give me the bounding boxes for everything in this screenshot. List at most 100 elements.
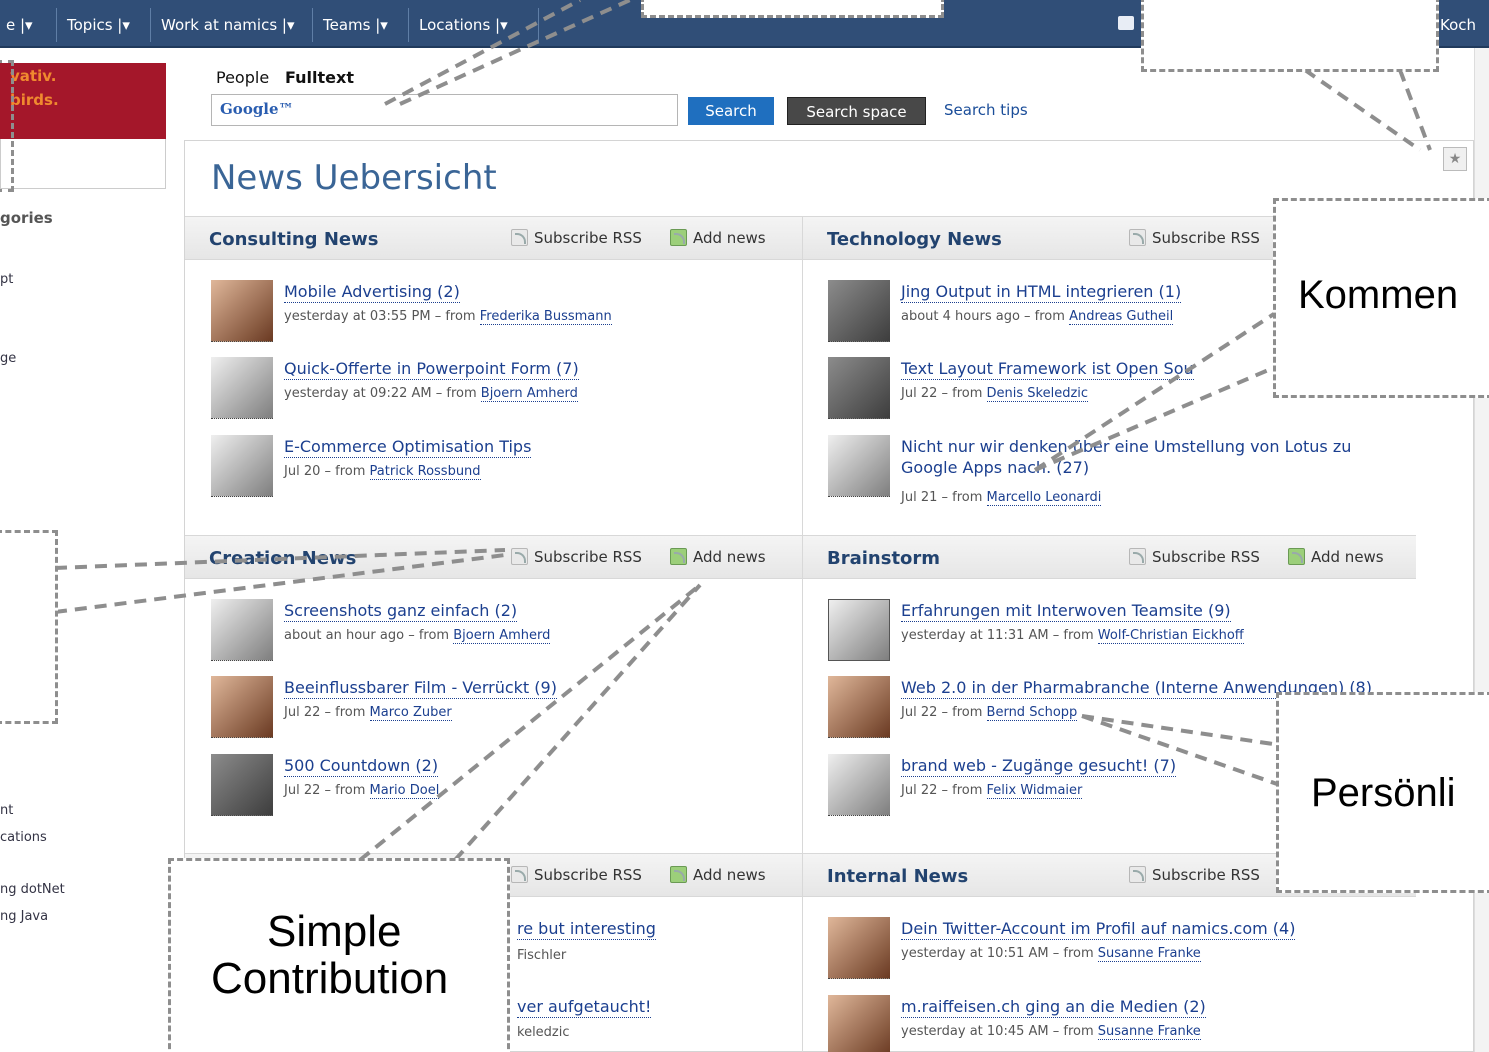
meta-text: Jul 22 – from [284,783,366,798]
news-meta: Jul 22 – from Bernd Schopp [901,705,1078,721]
nav-item-work[interactable]: Work at namics |▾ [151,8,313,42]
avatar[interactable] [211,754,273,816]
subscribe-rss-link[interactable]: Subscribe RSS [1129,866,1260,884]
search-tips-link[interactable]: Search tips [944,101,1028,119]
add-news-link[interactable]: Add news [670,229,766,247]
section-title[interactable]: Creation News [209,548,356,569]
add-label: Add news [693,548,766,566]
news-meta: Jul 22 – from Denis Skeledzic [901,386,1089,402]
left-link[interactable]: ge [0,351,16,366]
section-title[interactable]: Consulting News [209,229,378,250]
book-icon[interactable] [1118,16,1134,30]
section-header-consulting: Consulting News Subscribe RSS Add news [185,216,802,260]
news-title-link[interactable]: m.raiffeisen.ch ging an die Medien (2) [901,996,1206,1018]
avatar[interactable] [828,280,890,342]
author-link[interactable]: Fischler [517,948,566,963]
avatar[interactable] [828,357,890,419]
subscribe-rss-link[interactable]: Subscribe RSS [511,548,642,566]
add-label: Add news [693,866,766,884]
rss-icon [1129,229,1146,246]
section-title[interactable]: Internal News [827,866,968,887]
avatar[interactable] [828,917,890,979]
left-link[interactable]: pt [0,272,13,287]
news-title-link[interactable]: Screenshots ganz einfach (2) [284,600,518,622]
callout-box-top [641,0,944,18]
add-news-link[interactable]: Add news [670,866,766,884]
user-name[interactable]: Koch [1440,16,1476,34]
author-link[interactable]: keledzic [517,1025,570,1040]
meta-text: about 4 hours ago – from [901,309,1065,324]
author-link[interactable]: Bjoern Amherd [480,386,578,402]
news-title-link[interactable]: Beeinflussbarer Film - Verrückt (9) [284,677,557,699]
left-link[interactable]: ng dotNet [0,882,65,897]
add-news-link[interactable]: Add news [670,548,766,566]
nav-item-home[interactable]: e |▾ [0,8,57,42]
tab-fulltext[interactable]: Fulltext [285,68,354,87]
subscribe-rss-link[interactable]: Subscribe RSS [511,866,642,884]
news-title-link[interactable]: Quick-Offerte in Powerpoint Form (7) [284,358,579,380]
author-link[interactable]: Felix Widmaier [986,783,1083,799]
left-link[interactable]: nt [0,803,13,818]
callout-box-comment: Kommen [1273,198,1489,398]
avatar[interactable] [828,995,890,1052]
add-news-link[interactable]: Add news [1288,548,1384,566]
author-link[interactable]: Marco Zuber [369,705,452,721]
rss-icon [511,866,528,883]
news-title-link[interactable]: Dein Twitter-Account im Profil auf namic… [901,918,1296,940]
left-link[interactable]: ng Java [0,909,48,924]
author-link[interactable]: Mario Doel [369,783,440,799]
search-space-button[interactable]: Search space [787,97,926,125]
tab-people[interactable]: People [216,68,269,87]
avatar[interactable] [828,676,890,738]
callout-text-simple: Simple [267,907,402,956]
search-button[interactable]: Search [688,97,774,125]
news-title-link[interactable]: Erfahrungen mit Interwoven Teamsite (9) [901,600,1231,622]
news-title-link[interactable]: re but interesting [517,918,656,940]
callout-box-left [0,60,14,192]
avatar[interactable] [211,676,273,738]
subscribe-rss-link[interactable]: Subscribe RSS [1129,229,1260,247]
avatar[interactable] [828,435,890,497]
news-title-link[interactable]: ver aufgetaucht! [517,996,652,1018]
news-title-link[interactable]: 500 Countdown (2) [284,755,439,777]
promo-footer [0,139,166,189]
news-title-link[interactable]: E-Commerce Optimisation Tips [284,436,532,458]
avatar[interactable] [828,599,890,661]
section-title[interactable]: Technology News [827,229,1002,250]
author-link[interactable]: Susanne Franke [1097,946,1201,962]
nav-item-teams[interactable]: Teams |▾ [313,8,409,42]
column-divider [802,216,803,1052]
author-link[interactable]: Frederika Bussmann [479,309,612,325]
avatar[interactable] [211,435,273,497]
author-link[interactable]: Denis Skeledzic [986,386,1089,402]
news-title-link[interactable]: Mobile Advertising (2) [284,281,460,303]
subscribe-label: Subscribe RSS [1152,866,1260,884]
news-title-link[interactable]: Text Layout Framework ist Open Sou [901,358,1194,380]
subscribe-rss-link[interactable]: Subscribe RSS [511,229,642,247]
add-news-icon [670,229,687,246]
news-title-link[interactable]: Jing Output in HTML integrieren (1) [901,281,1182,303]
author-link[interactable]: Susanne Franke [1097,1024,1201,1040]
author-link[interactable]: Bjoern Amherd [453,628,551,644]
avatar[interactable] [211,280,273,342]
news-title-link[interactable]: brand web - Zugänge gesucht! (7) [901,755,1177,777]
nav-item-topics[interactable]: Topics |▾ [57,8,151,42]
avatar[interactable] [828,754,890,816]
author-link[interactable]: Marcello Leonardi [986,490,1102,506]
search-input[interactable]: Google™ [211,94,678,126]
star-icon[interactable]: ★ [1443,147,1467,171]
author-link[interactable]: Andreas Gutheil [1069,309,1174,325]
left-link[interactable]: cations [0,830,47,845]
author-link[interactable]: Wolf-Christian Eickhoff [1097,628,1244,644]
author-link[interactable]: Bernd Schopp [986,705,1078,721]
news-title-link[interactable]: Nicht nur wir denken über eine Umstellun… [901,436,1391,478]
callout-text-personal: Persönli [1311,771,1456,815]
meta-text: Jul 20 – from [284,464,366,479]
avatar[interactable] [211,357,273,419]
nav-item-locations[interactable]: Locations |▾ [409,8,539,42]
news-meta: Jul 21 – from Marcello Leonardi [901,490,1102,506]
subscribe-rss-link[interactable]: Subscribe RSS [1129,548,1260,566]
section-title[interactable]: Brainstorm [827,548,940,569]
author-link[interactable]: Patrick Rossbund [369,464,481,480]
avatar[interactable] [211,599,273,661]
